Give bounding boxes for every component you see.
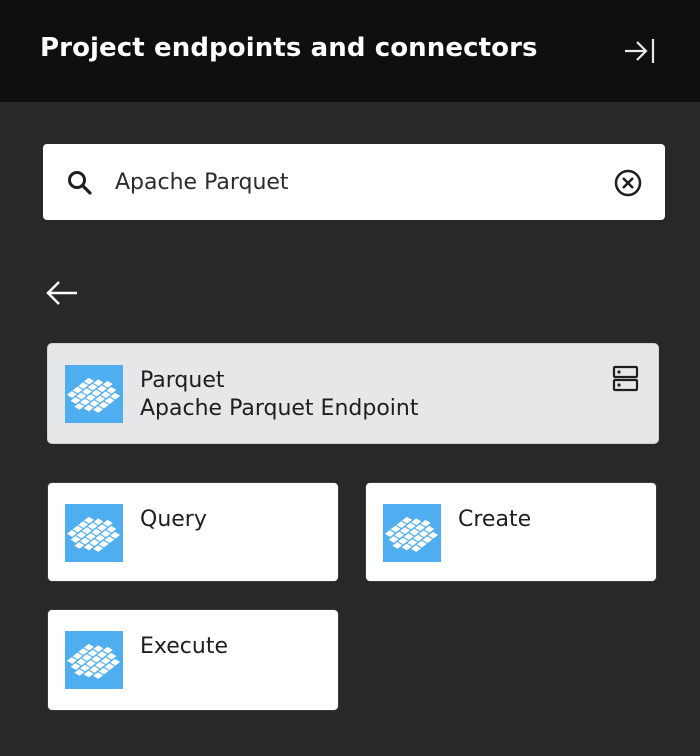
endpoint-name: Parquet — [140, 368, 225, 393]
operation-card-execute[interactable]: Execute — [47, 609, 339, 711]
panel-header: Project endpoints and connectors — [0, 0, 700, 102]
endpoint-subtitle: Apache Parquet Endpoint — [140, 396, 419, 421]
panel-title: Project endpoints and connectors — [40, 33, 538, 63]
endpoint-card-parquet[interactable]: Parquet Apache Parquet Endpoint — [47, 343, 659, 444]
operation-label: Create — [458, 507, 532, 532]
search-icon — [68, 171, 92, 195]
clear-search-icon[interactable] — [611, 166, 645, 200]
back-button[interactable] — [42, 276, 84, 310]
apache-parquet-logo — [65, 504, 123, 562]
panel-collapse-right-icon — [625, 39, 655, 63]
operation-card-query[interactable]: Query — [47, 482, 339, 582]
operation-card-create[interactable]: Create — [365, 482, 657, 582]
collapse-panel-button[interactable] — [620, 33, 658, 69]
server-endpoint-icon — [612, 365, 639, 392]
search-input[interactable] — [115, 162, 595, 202]
operation-label: Execute — [140, 634, 228, 659]
apache-parquet-logo — [65, 631, 123, 689]
search-box — [43, 144, 665, 220]
operation-label: Query — [140, 507, 207, 532]
arrow-left-icon — [46, 281, 77, 305]
apache-parquet-logo — [65, 365, 123, 423]
apache-parquet-logo — [383, 504, 441, 562]
